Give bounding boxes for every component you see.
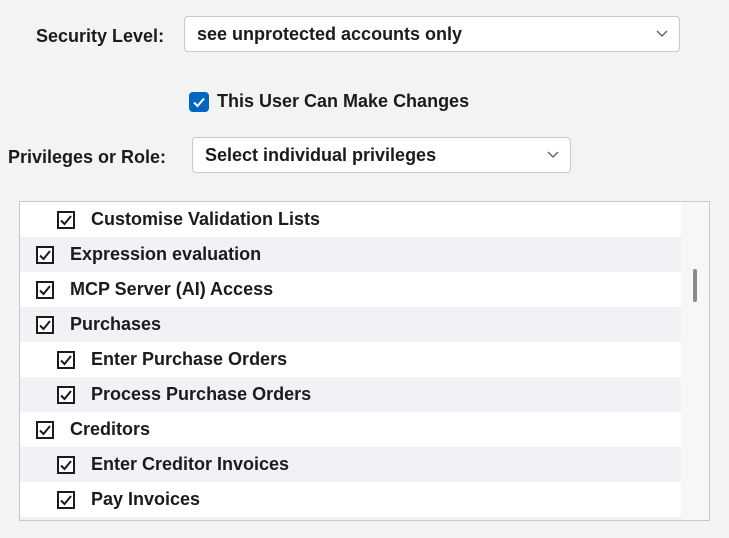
privilege-label: Enter Purchase Orders bbox=[91, 349, 288, 369]
privilege-row[interactable]: Pay Invoices bbox=[20, 482, 682, 517]
privilege-checkbox[interactable] bbox=[57, 210, 75, 229]
privilege-checkbox[interactable] bbox=[36, 245, 54, 264]
privilege-row-partial[interactable] bbox=[20, 517, 682, 520]
checkmark-icon bbox=[60, 214, 72, 225]
checkmark-icon bbox=[189, 91, 209, 112]
privilege-checkbox[interactable] bbox=[36, 315, 54, 334]
privilege-row[interactable]: Enter Purchase Orders bbox=[20, 342, 682, 377]
privilege-checkbox[interactable] bbox=[36, 280, 54, 299]
scrollbar-thumb[interactable] bbox=[693, 269, 697, 302]
checkmark-icon bbox=[60, 459, 72, 470]
privilege-row[interactable]: Process Purchase Orders bbox=[20, 377, 682, 412]
checkmark-icon bbox=[60, 354, 72, 365]
user-can-make-changes-label: This User Can Make Changes bbox=[217, 91, 470, 111]
privileges-label: Privileges or Role: bbox=[8, 147, 167, 167]
privilege-label: MCP Server (AI) Access bbox=[70, 279, 274, 299]
privilege-label: Creditors bbox=[70, 419, 151, 439]
checkmark-icon bbox=[39, 284, 51, 295]
security-level-dropdown[interactable]: see unprotected accounts only bbox=[184, 16, 680, 52]
security-level-value: see unprotected accounts only bbox=[197, 23, 463, 44]
privilege-checkbox[interactable] bbox=[36, 420, 54, 439]
privilege-label: Purchases bbox=[70, 314, 162, 334]
privileges-dropdown[interactable]: Select individual privileges bbox=[192, 137, 571, 173]
privilege-row[interactable]: MCP Server (AI) Access bbox=[20, 272, 682, 307]
chevron-down-icon bbox=[547, 151, 559, 158]
privilege-row[interactable]: Customise Validation Lists bbox=[20, 202, 682, 237]
privilege-checkbox[interactable] bbox=[57, 350, 75, 369]
privilege-checkbox[interactable] bbox=[57, 455, 75, 474]
privilege-label: Enter Creditor Invoices bbox=[91, 454, 290, 474]
checkmark-icon bbox=[39, 249, 51, 260]
checkmark-icon bbox=[60, 494, 72, 505]
checkmark-icon bbox=[60, 389, 72, 400]
privilege-row[interactable]: Purchases bbox=[20, 307, 682, 342]
privileges-value: Select individual privileges bbox=[205, 144, 437, 165]
privilege-checkbox[interactable] bbox=[57, 490, 75, 509]
privilege-label: Process Purchase Orders bbox=[91, 384, 312, 404]
privilege-row[interactable]: Expression evaluation bbox=[20, 237, 682, 272]
privilege-label: Customise Validation Lists bbox=[91, 209, 321, 229]
privilege-rows: Customise Validation Lists Expression eva… bbox=[20, 202, 682, 520]
checkmark-icon bbox=[39, 319, 51, 330]
privilege-label: Expression evaluation bbox=[70, 244, 262, 264]
checkmark-icon bbox=[39, 424, 51, 435]
privilege-row[interactable]: Creditors bbox=[20, 412, 682, 447]
chevron-down-icon bbox=[656, 30, 668, 37]
user-can-make-changes-checkbox[interactable]: This User Can Make Changes bbox=[189, 91, 469, 112]
privilege-row[interactable]: Enter Creditor Invoices bbox=[20, 447, 682, 482]
privilege-list[interactable]: Customise Validation Lists Expression eva… bbox=[19, 201, 710, 521]
privilege-checkbox[interactable] bbox=[57, 385, 75, 404]
security-level-label: Security Level: bbox=[36, 26, 165, 46]
vertical-scrollbar[interactable] bbox=[681, 202, 709, 520]
privilege-label: Pay Invoices bbox=[91, 489, 201, 509]
